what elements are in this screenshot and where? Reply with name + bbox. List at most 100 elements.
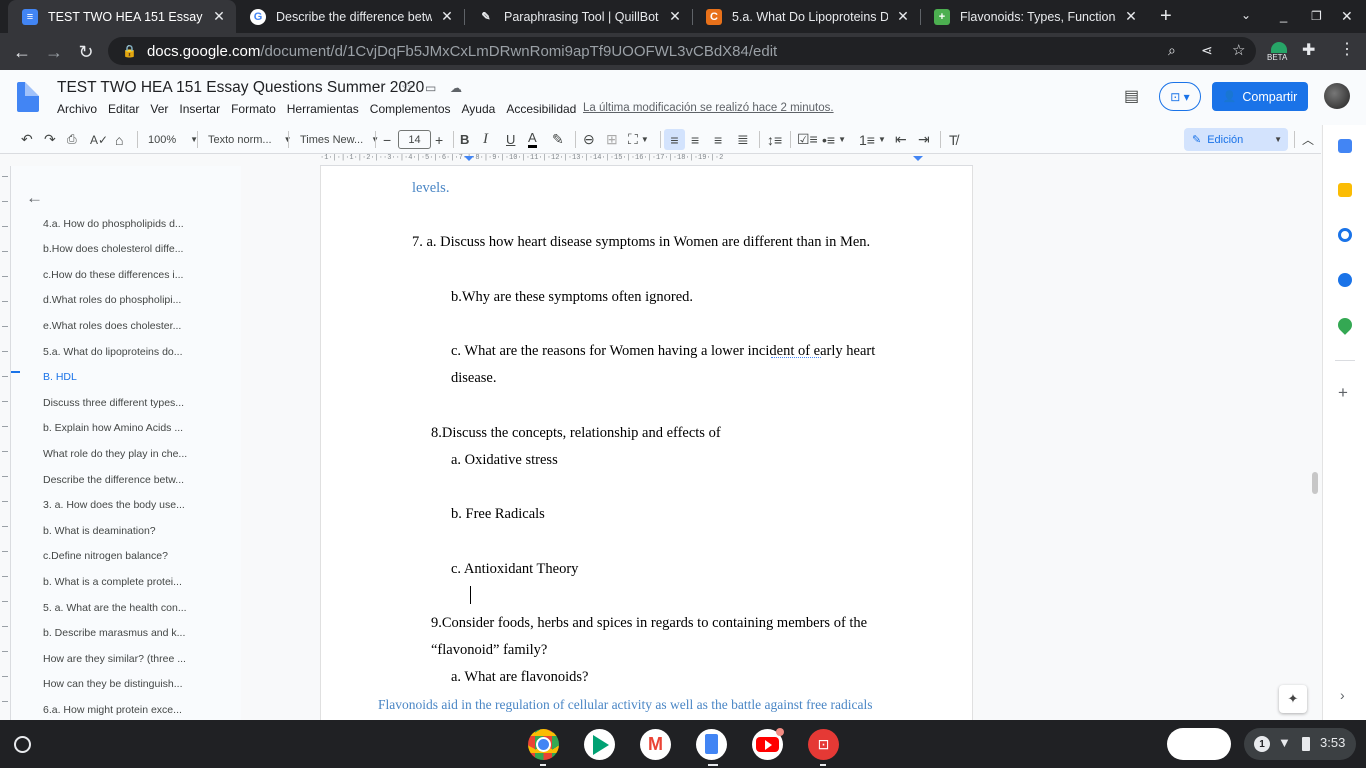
outline-item[interactable]: b. What is a complete protei... <box>43 576 203 588</box>
increase-indent-icon[interactable]: ⇥ <box>918 131 930 148</box>
docs-app-icon[interactable] <box>696 729 727 760</box>
menu-accesibilidad[interactable]: Accesibilidad <box>506 102 576 116</box>
menu-editar[interactable]: Editar <box>108 102 139 116</box>
close-icon[interactable]: ✕ <box>666 8 684 25</box>
tab-lipoproteins[interactable]: C 5.a. What Do Lipoproteins Do? ✕ <box>692 0 920 33</box>
bulleted-list-icon[interactable]: •≡ <box>822 132 835 148</box>
window-close-icon[interactable]: ✕ <box>1341 8 1353 25</box>
menu-archivo[interactable]: Archivo <box>57 102 97 116</box>
address-bar[interactable]: 🔒 docs.google.com/document/d/1CvjDqFb5JM… <box>108 37 1256 65</box>
launcher-icon[interactable] <box>14 736 31 753</box>
outline-item[interactable]: 5.a. What do lipoproteins do... <box>43 346 203 358</box>
right-indent-marker-icon[interactable] <box>913 156 923 161</box>
screencast-app-icon[interactable]: ⊡ <box>808 729 839 760</box>
spellcheck-icon[interactable]: A✓ <box>90 133 108 147</box>
menu-formato[interactable]: Formato <box>231 102 276 116</box>
vertical-ruler[interactable] <box>0 166 11 720</box>
close-icon[interactable]: ✕ <box>1122 8 1140 25</box>
tab-google[interactable]: G Describe the difference betwee ✕ <box>236 0 464 33</box>
menu-complementos[interactable]: Complementos <box>370 102 451 116</box>
forward-icon[interactable]: → <box>41 39 67 65</box>
justify-icon[interactable]: ≣ <box>737 131 749 148</box>
more-menu-icon[interactable]: ⋮ <box>1339 39 1355 59</box>
add-comment-icon[interactable]: ⊞ <box>606 131 618 148</box>
share-icon[interactable]: ⋖ <box>1201 42 1213 59</box>
keep-icon[interactable] <box>1338 183 1352 197</box>
align-right-icon[interactable]: ≡ <box>714 132 722 148</box>
undo-icon[interactable]: ↶ <box>21 131 33 148</box>
outline-item[interactable]: 3. a. How does the body use... <box>43 499 203 511</box>
print-icon[interactable]: ⎙ <box>67 132 77 147</box>
menu-ver[interactable]: Ver <box>150 102 168 116</box>
menu-herramientas[interactable]: Herramientas <box>287 102 359 116</box>
paint-format-icon[interactable]: ⌂ <box>115 132 123 148</box>
close-icon[interactable]: ✕ <box>438 8 456 25</box>
new-tab-button[interactable]: + <box>1160 5 1172 28</box>
decrease-indent-icon[interactable]: ⇤ <box>895 131 907 148</box>
gmail-icon[interactable]: M <box>640 729 671 760</box>
get-addons-icon[interactable]: + <box>1338 383 1348 403</box>
maps-icon[interactable] <box>1335 315 1355 335</box>
outline-item[interactable]: b.How does cholesterol diffe... <box>43 243 203 255</box>
font-select[interactable]: Times New...▼ <box>300 125 379 154</box>
explore-icon[interactable]: ✦ <box>1279 685 1307 713</box>
comments-icon[interactable]: ▤ <box>1124 86 1139 106</box>
outline-item[interactable]: How can they be distinguish... <box>43 678 203 690</box>
numbered-list-icon[interactable]: 1≡ <box>859 132 875 148</box>
close-icon[interactable]: ✕ <box>210 8 228 25</box>
close-icon[interactable]: ✕ <box>894 8 912 25</box>
bold-icon[interactable]: B <box>460 132 469 147</box>
calendar-icon[interactable] <box>1338 139 1352 153</box>
italic-icon[interactable]: I <box>483 131 488 148</box>
status-area[interactable]: 1 ▼ 3:53 <box>1244 728 1356 760</box>
outline-item[interactable]: b. Describe marasmus and k... <box>43 627 203 639</box>
outline-item[interactable]: b. What is deamination? <box>43 525 203 537</box>
redo-icon[interactable]: ↷ <box>44 131 56 148</box>
outline-item[interactable]: c.How do these differences i... <box>43 269 203 281</box>
text-color-icon[interactable]: A <box>528 131 537 148</box>
font-size-input[interactable]: 14 <box>398 130 431 149</box>
clear-formatting-icon[interactable]: T̸ <box>949 132 958 148</box>
outline-item[interactable]: B. HDL <box>43 371 203 383</box>
menu-insertar[interactable]: Insertar <box>179 102 220 116</box>
document-page[interactable]: levels. 7. a. Discuss how heart disease … <box>320 166 973 720</box>
highlight-icon[interactable]: ✎ <box>552 131 564 148</box>
contacts-icon[interactable] <box>1338 273 1352 287</box>
align-center-icon[interactable]: ≡ <box>691 132 699 148</box>
reload-icon[interactable]: ↻ <box>73 39 99 65</box>
move-folder-icon[interactable]: ▭ <box>425 81 436 95</box>
outline-item[interactable]: c.Define nitrogen balance? <box>43 550 203 562</box>
tote-holding-space[interactable] <box>1167 728 1231 760</box>
tab-docs[interactable]: ≡ TEST TWO HEA 151 Essay Qu ✕ <box>8 0 236 33</box>
decrease-font-size-icon[interactable]: − <box>383 132 391 148</box>
link-icon[interactable]: ⊖ <box>583 131 595 148</box>
collapse-menus-icon[interactable]: ︿ <box>1302 131 1314 148</box>
play-store-icon[interactable] <box>584 729 615 760</box>
outline-item[interactable]: d.What roles do phospholipi... <box>43 294 203 306</box>
align-left-icon[interactable]: ≡ <box>670 132 678 148</box>
line-spacing-icon[interactable]: ↕≡ <box>767 132 782 148</box>
outline-item[interactable]: Describe the difference betw... <box>43 474 203 486</box>
close-outline-back-icon[interactable]: ← <box>26 188 43 208</box>
tab-quillbot[interactable]: ✎ Paraphrasing Tool | QuillBot AI ✕ <box>464 0 692 33</box>
checklist-icon[interactable]: ☑≡ <box>797 131 818 148</box>
outline-item[interactable]: e.What roles does cholester... <box>43 320 203 332</box>
beta-extension-icon[interactable]: BETA <box>1267 41 1291 65</box>
tab-search-icon[interactable]: ⌄ <box>1241 8 1251 22</box>
scrollbar-thumb[interactable] <box>1312 472 1318 494</box>
extensions-puzzle-icon[interactable]: ✚ <box>1302 40 1315 60</box>
chrome-icon[interactable] <box>528 729 559 760</box>
editing-mode-select[interactable]: ✎ Edición ▼ <box>1184 128 1288 151</box>
zoom-icon[interactable]: ⌕ <box>1168 42 1176 59</box>
zoom-select[interactable]: 100% ▼ <box>148 125 198 154</box>
document-title[interactable]: TEST TWO HEA 151 Essay Questions Summer … <box>57 79 424 97</box>
tab-flavonoids[interactable]: + Flavonoids: Types, Functions, ✕ <box>920 0 1148 33</box>
cloud-status-icon[interactable]: ☁ <box>450 81 462 95</box>
horizontal-ruler[interactable]: ·1·|·|·1·|·2·|··3··|·4·|·5·|·6·|·7·|·8·|… <box>320 154 973 166</box>
menu-ayuda[interactable]: Ayuda <box>462 102 496 116</box>
bookmark-star-icon[interactable]: ☆ <box>1232 41 1245 59</box>
outline-item[interactable]: What role do they play in che... <box>43 448 203 460</box>
insert-image-icon[interactable]: ⛶ <box>628 131 638 148</box>
back-icon[interactable]: ← <box>9 39 35 65</box>
outline-item[interactable]: Discuss three different types... <box>43 397 203 409</box>
